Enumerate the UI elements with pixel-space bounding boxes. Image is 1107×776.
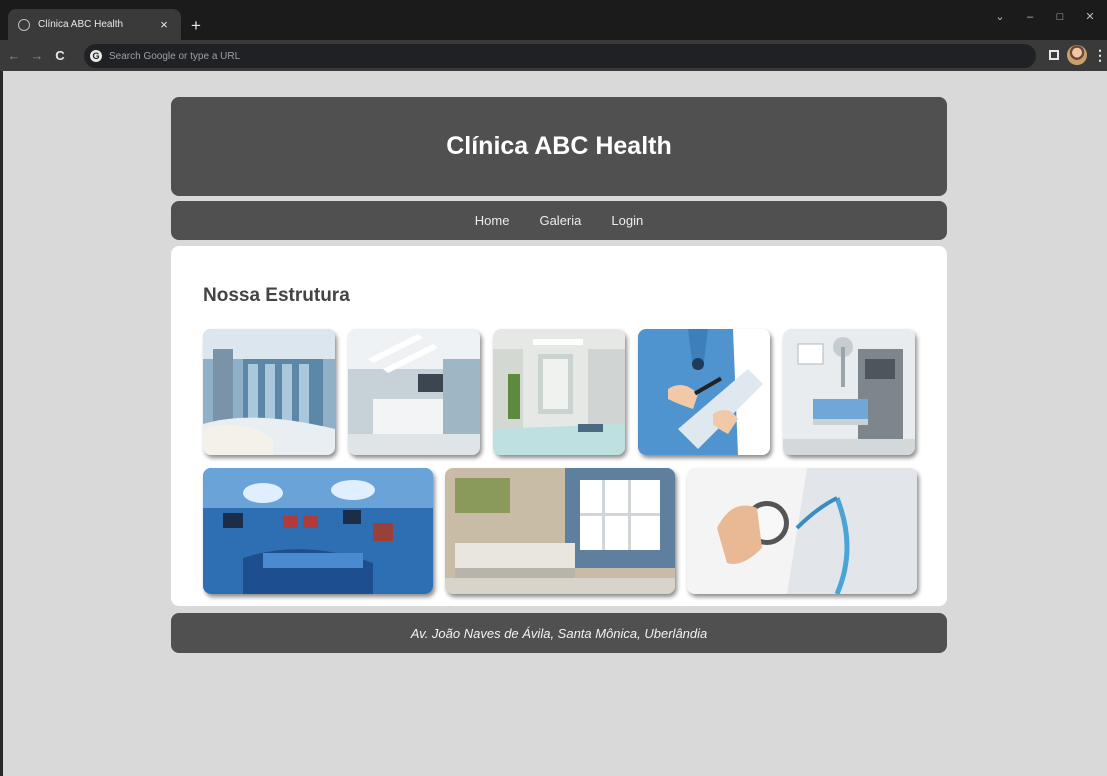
forward-icon[interactable]: → [28,48,46,63]
nav-login[interactable]: Login [611,213,643,228]
gallery-section: Nossa Estrutura [171,246,947,606]
google-icon: G [90,50,102,62]
page-viewport: Clínica ABC Health Home Galeria Login No… [0,71,1107,776]
tab-search-icon[interactable]: ⌄ [985,6,1015,28]
address-bar[interactable]: G [84,44,1036,68]
tab-title: Clínica ABC Health [38,19,124,30]
window-controls: ⌄ – □ ✕ [985,6,1105,28]
close-tab-icon[interactable]: × [157,17,171,32]
reception-desk-image[interactable] [348,329,480,455]
window-close-icon[interactable]: ✕ [1075,6,1105,28]
hospital-room-image[interactable] [783,329,915,455]
profile-avatar[interactable] [1067,45,1087,65]
doctor-stethoscope-image[interactable] [687,468,917,594]
side-panel-icon[interactable] [1049,50,1059,60]
nav-galeria[interactable]: Galeria [539,213,581,228]
globe-icon [18,18,30,31]
window-edge [0,71,3,776]
clinic-hallway-image[interactable] [493,329,625,455]
site-footer: Av. João Naves de Ávila, Santa Mônica, U… [171,613,947,653]
back-icon[interactable]: ← [5,48,23,63]
reload-icon[interactable]: C [51,48,69,63]
minimize-icon[interactable]: – [1015,6,1045,28]
nav-home[interactable]: Home [475,213,510,228]
gallery-heading: Nossa Estrutura [203,285,350,306]
site-nav: Home Galeria Login [171,201,947,240]
nurse-clipboard-image[interactable] [638,329,770,455]
new-tab-button[interactable]: + [187,17,205,35]
browser-tab[interactable]: Clínica ABC Health × [8,9,181,40]
browser-toolbar: ← → C G ⋮ [0,40,1107,71]
site-header: Clínica ABC Health [171,97,947,196]
maximize-icon[interactable]: □ [1045,6,1075,28]
menu-icon[interactable]: ⋮ [1093,47,1107,64]
exam-room-image[interactable] [445,468,675,594]
tab-bar: Clínica ABC Health × + ⌄ – □ ✕ [0,0,1107,40]
site-title: Clínica ABC Health [446,132,672,160]
footer-address: Av. João Naves de Ávila, Santa Mônica, U… [410,625,708,641]
address-input[interactable] [109,50,509,62]
reception-hall-image[interactable] [203,329,335,455]
operating-room-image[interactable] [203,468,433,594]
